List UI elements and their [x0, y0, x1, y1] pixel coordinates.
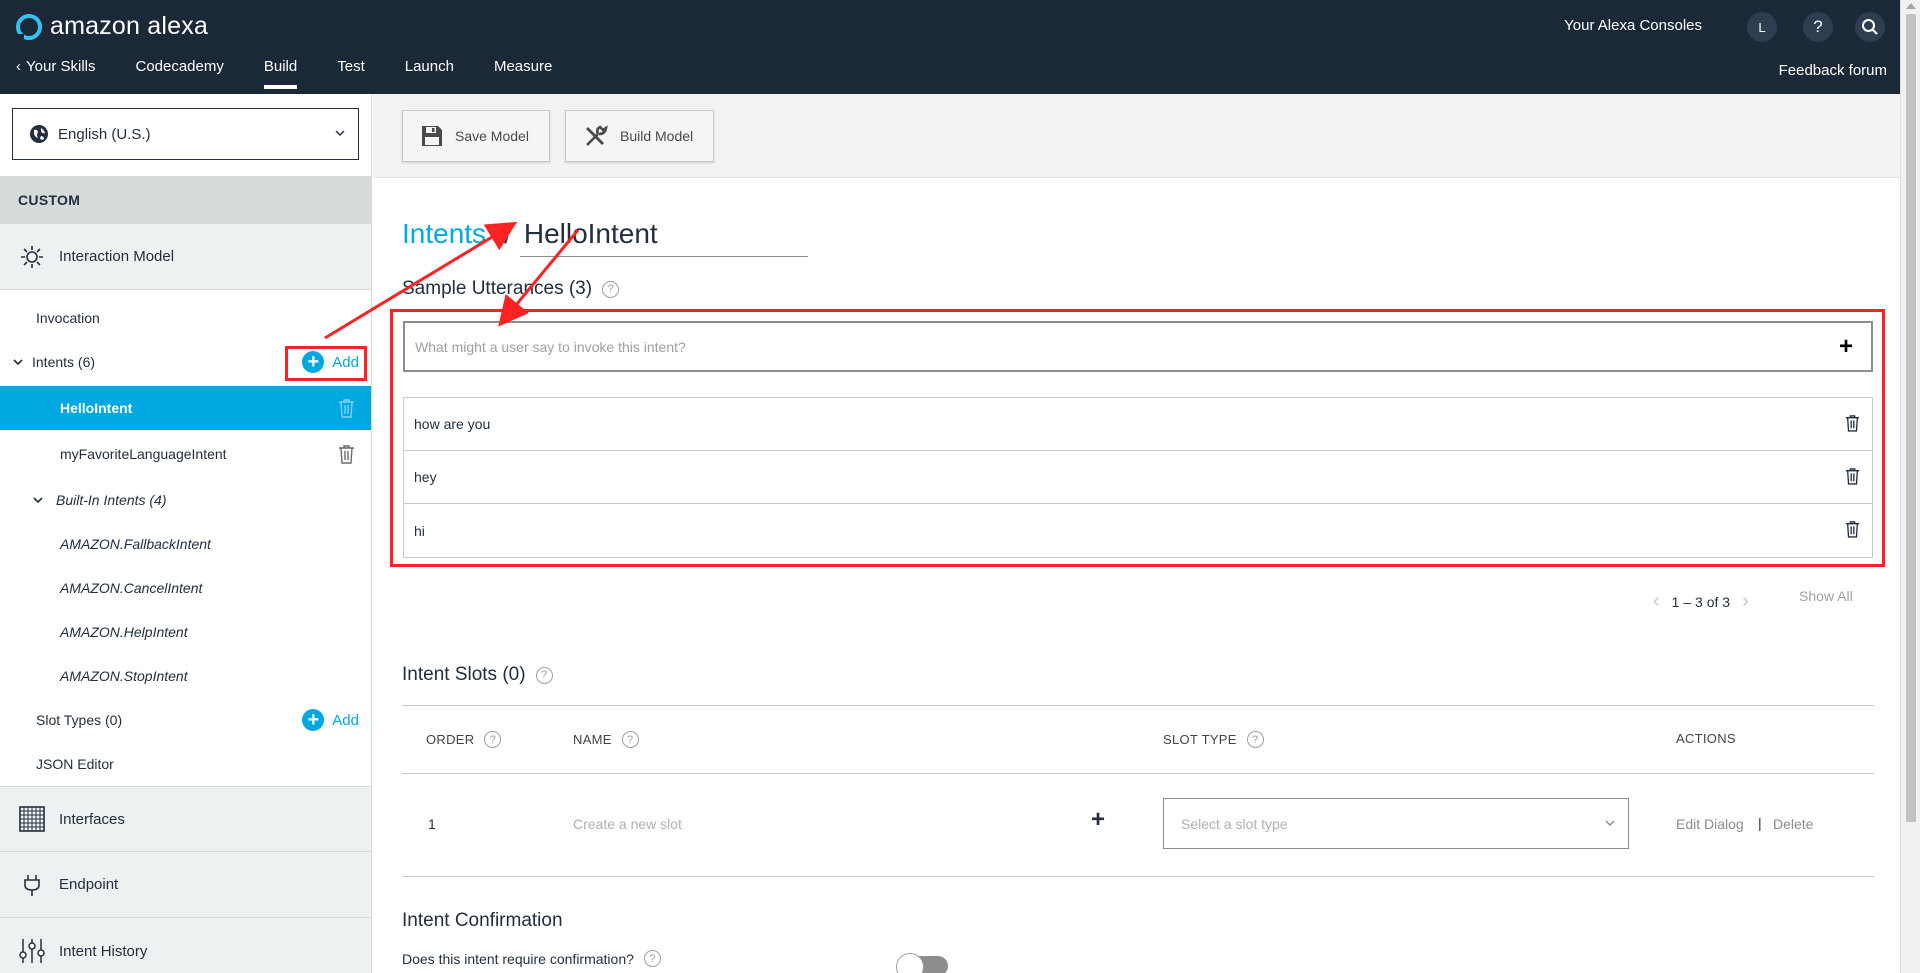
chevron-down-icon — [33, 497, 43, 504]
sidebar-item-json-editor[interactable]: JSON Editor — [0, 742, 371, 786]
sidebar-intent-hellointent[interactable]: HelloIntent — [0, 386, 371, 430]
nav-your-skills[interactable]: ‹ Your Skills — [16, 58, 95, 89]
column-name: NAME? — [573, 731, 639, 748]
help-circle-icon[interactable]: ? — [621, 731, 639, 748]
plus-circle-icon: + — [302, 709, 325, 731]
sidebar-item-invocation[interactable]: Invocation — [0, 296, 371, 340]
plug-icon — [18, 871, 46, 899]
annotation-box-add-intent — [285, 346, 367, 381]
sidebar-builtin-stop[interactable]: AMAZON.StopIntent — [0, 654, 371, 698]
custom-section-header: CUSTOM — [0, 176, 371, 224]
intent-name-field[interactable]: HelloIntent — [519, 218, 808, 257]
column-slot-type: SLOT TYPE? — [1163, 731, 1264, 748]
chevron-down-icon — [13, 359, 23, 366]
feedback-forum-link[interactable]: Feedback forum — [1779, 62, 1887, 79]
scroll-up-arrow-icon[interactable] — [1906, 3, 1916, 9]
confirmation-toggle[interactable] — [896, 953, 948, 973]
help-circle-icon[interactable]: ? — [535, 666, 553, 684]
language-select[interactable]: English (U.S.) — [12, 108, 359, 160]
help-circle-icon[interactable]: ? — [1246, 731, 1264, 748]
sidebar-builtin-cancel[interactable]: AMAZON.CancelIntent — [0, 566, 371, 610]
chevron-left-icon: ‹ — [16, 58, 21, 75]
sidebar-endpoint[interactable]: Endpoint — [0, 852, 371, 918]
sample-utterances-title: Sample Utterances (3) ? — [402, 278, 620, 300]
sidebar: English (U.S.) CUSTOM Interaction Model … — [0, 94, 372, 973]
annotation-box-utterances — [390, 309, 1885, 567]
nav-codecademy[interactable]: Codecademy — [135, 58, 223, 89]
divider — [402, 876, 1874, 877]
divider — [402, 773, 1874, 774]
delete-slot-link[interactable]: Delete — [1773, 816, 1813, 832]
alexa-ring-icon — [15, 13, 42, 41]
search-button[interactable] — [1855, 12, 1885, 42]
sidebar-builtin-fallback[interactable]: AMAZON.FallbackIntent — [0, 522, 371, 566]
tools-icon — [586, 125, 608, 146]
slot-type-select[interactable]: Select a slot type — [1163, 798, 1629, 849]
pager-range: 1 – 3 of 3 — [1671, 593, 1731, 610]
your-alexa-consoles-menu[interactable]: Your Alexa Consoles — [1564, 17, 1702, 34]
help-button[interactable]: ? — [1803, 12, 1833, 42]
gear-network-icon — [18, 243, 46, 271]
chevron-left-icon[interactable]: ‹ — [1653, 590, 1660, 613]
language-value: English (U.S.) — [58, 125, 151, 143]
divider — [402, 705, 1874, 706]
skill-nav: ‹ Your Skills Codecademy Build Test Launc… — [16, 58, 592, 89]
breadcrumb: Intents / HelloIntent — [402, 218, 808, 257]
build-model-button[interactable]: Build Model — [565, 110, 715, 162]
sliders-icon — [18, 937, 46, 965]
breadcrumb-intents-link[interactable]: Intents — [402, 218, 486, 250]
utterance-pager: ‹ 1 – 3 of 3 › — [1653, 590, 1749, 613]
sidebar-builtin-intents[interactable]: Built-In Intents (4) — [0, 478, 371, 522]
trash-icon[interactable] — [338, 398, 355, 418]
intent-confirmation-title: Intent Confirmation — [402, 910, 563, 931]
confirmation-question: Does this intent require confirmation? ? — [402, 950, 661, 967]
user-avatar[interactable]: L — [1747, 12, 1777, 42]
help-circle-icon[interactable]: ? — [643, 950, 661, 967]
add-slot-plus-icon[interactable]: + — [1091, 806, 1105, 834]
sidebar-intent-history[interactable]: Intent History — [0, 918, 371, 973]
intent-editor: Intents / HelloIntent Sample Utterances … — [373, 178, 1900, 973]
intent-slots-title: Intent Slots (0) ? — [402, 664, 553, 686]
search-icon — [1862, 19, 1878, 35]
edit-dialog-link[interactable]: Edit Dialog — [1676, 816, 1744, 832]
sidebar-interfaces[interactable]: Interfaces — [0, 786, 371, 852]
show-all-link[interactable]: Show All — [1799, 588, 1853, 604]
alexa-logo[interactable]: amazon alexa — [15, 12, 209, 41]
chevron-down-icon — [1605, 820, 1615, 827]
grid-icon — [18, 805, 46, 833]
scrollbar-thumb[interactable] — [1906, 14, 1916, 822]
slot-order: 1 — [428, 816, 436, 832]
sidebar-builtin-help[interactable]: AMAZON.HelpIntent — [0, 610, 371, 654]
globe-icon — [30, 125, 48, 143]
sidebar-item-slot-types[interactable]: Slot Types (0) + Add — [0, 698, 371, 742]
help-circle-icon[interactable]: ? — [602, 280, 620, 298]
help-circle-icon[interactable]: ? — [484, 731, 502, 748]
breadcrumb-separator: / — [504, 218, 512, 249]
action-separator: | — [1758, 815, 1762, 831]
save-model-button[interactable]: Save Model — [402, 110, 550, 162]
column-order: ORDER? — [426, 731, 502, 748]
chevron-down-icon — [335, 130, 345, 137]
top-header: amazon alexa ‹ Your Skills Codecademy Bui… — [0, 0, 1900, 94]
sidebar-intent-myfavoritelanguageintent[interactable]: myFavoriteLanguageIntent — [0, 432, 371, 476]
trash-icon[interactable] — [338, 444, 355, 464]
nav-test[interactable]: Test — [337, 58, 365, 89]
nav-build[interactable]: Build — [263, 58, 298, 89]
floppy-disk-icon — [422, 126, 442, 146]
sidebar-interaction-model[interactable]: Interaction Model — [0, 224, 371, 290]
chevron-right-icon[interactable]: › — [1742, 590, 1749, 613]
new-slot-input[interactable]: Create a new slot — [573, 816, 953, 832]
add-slot-type-button[interactable]: + Add — [302, 709, 359, 731]
nav-launch[interactable]: Launch — [405, 58, 454, 89]
nav-measure[interactable]: Measure — [494, 58, 552, 89]
page-scrollbar[interactable] — [1900, 0, 1920, 973]
column-actions: ACTIONS — [1676, 731, 1736, 746]
brand-name: amazon alexa — [50, 12, 209, 40]
model-toolbar: Save Model Build Model — [373, 94, 1900, 178]
